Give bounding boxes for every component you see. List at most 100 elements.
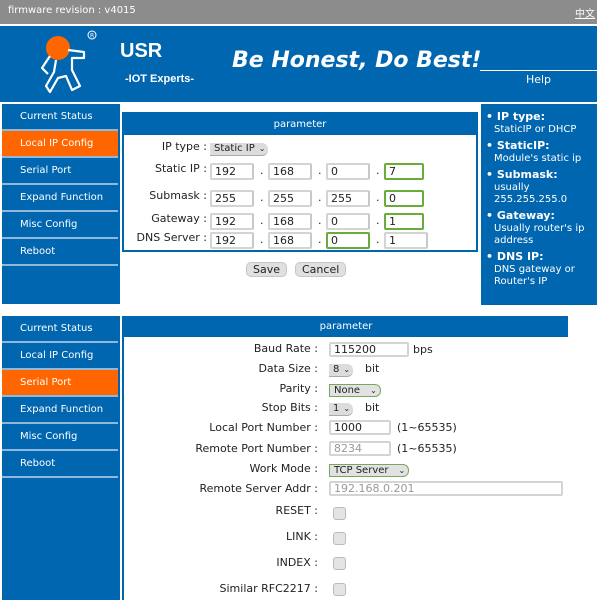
stop-bits-unit: bit	[365, 401, 380, 414]
local-port-range: (1~65535)	[397, 421, 457, 434]
slogan: Be Honest, Do Best!	[232, 48, 482, 73]
sidebar-item-reboot[interactable]: Reboot	[2, 239, 118, 266]
gateway-octet-4[interactable]: 1	[384, 213, 424, 230]
gateway-octet-3[interactable]: 0	[326, 213, 370, 230]
static-ip-octet-2[interactable]: 168	[268, 163, 312, 180]
baud-unit: bps	[413, 343, 433, 356]
help-title: Help	[525, 73, 552, 86]
static-ip-octet-1[interactable]: 192	[210, 163, 254, 180]
submask-octet-4[interactable]: 0	[384, 190, 424, 207]
dot-separator: .	[260, 214, 264, 227]
data-size-unit: bit	[365, 362, 380, 375]
help-text: Usually router's ip address	[494, 223, 585, 246]
work-mode-value: TCP Server	[334, 465, 389, 476]
dot-separator: .	[376, 214, 380, 227]
index-checkbox[interactable]	[333, 557, 346, 570]
dns-octet-4[interactable]: 1	[384, 232, 428, 249]
static-ip-label: Static IP :	[154, 162, 207, 175]
sidebar-item-expand-function[interactable]: Expand Function	[2, 185, 118, 212]
gateway-octet-1[interactable]: 192	[210, 213, 254, 230]
svg-text:R: R	[90, 33, 94, 40]
dns-octet-3[interactable]: 0	[326, 232, 370, 249]
data-size-label: Data Size :	[258, 362, 318, 375]
submask-octet-1[interactable]: 255	[210, 190, 254, 207]
serial-port-panel: parameter Baud Rate : 115200 bps Data Si…	[122, 316, 568, 600]
parity-select[interactable]: None ⌄	[329, 384, 381, 397]
help-title-text: IP type:	[496, 110, 546, 123]
dot-separator: .	[318, 191, 322, 204]
submask-octet-2[interactable]: 255	[268, 190, 312, 207]
link-checkbox[interactable]	[333, 532, 346, 545]
sidebar-item-serial-port[interactable]: Serial Port	[2, 158, 118, 185]
remote-addr-label: Remote Server Addr :	[199, 482, 318, 495]
ip-type-label: IP type :	[161, 140, 207, 153]
help-item-submask: • Submask: usually 255.255.255.0	[486, 169, 597, 206]
sidebar-item-local-ip-config[interactable]: Local IP Config	[2, 131, 118, 158]
remote-addr-input[interactable]: 192.168.0.201	[329, 481, 563, 496]
sidebar-top: Current Status Local IP Config Serial Po…	[2, 104, 120, 304]
sidebar-item-reboot[interactable]: Reboot	[2, 451, 118, 478]
local-port-input[interactable]: 1000	[329, 420, 391, 435]
help-title-text: DNS IP:	[496, 250, 544, 263]
sidebar-item-current-status[interactable]: Current Status	[2, 104, 118, 131]
brand-name: USR	[120, 40, 163, 62]
bullet-icon: •	[486, 209, 494, 222]
chevron-down-icon: ⌄	[398, 466, 406, 475]
slogan-underline	[480, 70, 597, 71]
bullet-icon: •	[486, 168, 494, 181]
submask-octet-3[interactable]: 255	[326, 190, 370, 207]
gateway-octet-2[interactable]: 168	[268, 213, 312, 230]
dot-separator: .	[318, 214, 322, 227]
static-ip-octet-3[interactable]: 0	[326, 163, 370, 180]
dns-octet-2[interactable]: 168	[268, 232, 312, 249]
save-button[interactable]: Save	[246, 262, 288, 277]
top-bar: firmware revision : v4015 中文	[0, 0, 597, 24]
work-mode-label: Work Mode :	[249, 462, 318, 475]
sidebar-item-misc-config[interactable]: Misc Config	[2, 212, 118, 239]
dot-separator: .	[376, 233, 380, 246]
baud-rate-input[interactable]: 115200	[329, 342, 409, 357]
remote-port-input[interactable]: 8234	[329, 441, 391, 456]
sidebar-item-local-ip-config[interactable]: Local IP Config	[2, 343, 118, 370]
dot-separator: .	[376, 164, 380, 177]
bullet-icon: •	[486, 110, 494, 123]
sidebar-item-serial-port[interactable]: Serial Port	[2, 370, 118, 397]
dot-separator: .	[376, 191, 380, 204]
stop-bits-value: 1	[333, 403, 340, 414]
dot-separator: .	[260, 164, 264, 177]
static-ip-octet-4[interactable]: 7	[384, 163, 424, 180]
help-text: usually 255.255.255.0	[494, 182, 568, 205]
sidebar-item-expand-function[interactable]: Expand Function	[2, 397, 118, 424]
language-link[interactable]: 中文	[575, 5, 595, 20]
stop-bits-select[interactable]: 1 ⌄	[329, 403, 354, 416]
ip-config-panel: parameter IP type : Static IP ⌄ Static IP…	[122, 112, 478, 252]
cancel-button[interactable]: Cancel	[295, 262, 347, 277]
rfc2217-checkbox[interactable]	[333, 583, 346, 596]
reset-checkbox[interactable]	[333, 507, 346, 520]
sidebar-bottom: Current Status Local IP Config Serial Po…	[2, 316, 120, 600]
work-mode-select[interactable]: TCP Server ⌄	[329, 464, 410, 477]
brand-tagline: -IOT Experts-	[125, 73, 195, 85]
parity-label: Parity :	[279, 382, 318, 395]
baud-rate-label: Baud Rate :	[253, 342, 318, 355]
sidebar-item-current-status[interactable]: Current Status	[2, 316, 118, 343]
reset-label: RESET :	[275, 504, 318, 517]
link-label: LINK :	[285, 530, 318, 543]
data-size-value: 8	[333, 364, 340, 375]
chevron-down-icon: ⌄	[343, 365, 351, 374]
help-item-dns-ip: • DNS IP: DNS gateway or Router's IP	[486, 251, 597, 288]
sidebar-item-misc-config[interactable]: Misc Config	[2, 424, 118, 451]
panel-header: parameter	[124, 114, 476, 135]
ip-type-value: Static IP	[214, 143, 255, 154]
bullet-icon: •	[486, 250, 494, 263]
dns-server-label: DNS Server :	[136, 231, 207, 244]
header-banner: R USR -IOT Experts- Be Honest, Do Best! …	[0, 26, 597, 102]
dot-separator: .	[260, 233, 264, 246]
ip-type-select[interactable]: Static IP ⌄	[210, 143, 269, 156]
dns-octet-1[interactable]: 192	[210, 232, 254, 249]
help-text: DNS gateway or Router's IP	[494, 264, 575, 287]
local-port-label: Local Port Number :	[209, 421, 318, 434]
data-size-select[interactable]: 8 ⌄	[329, 364, 354, 377]
help-text: Module's static ip	[494, 153, 582, 164]
usr-logo-icon: R	[40, 30, 97, 94]
